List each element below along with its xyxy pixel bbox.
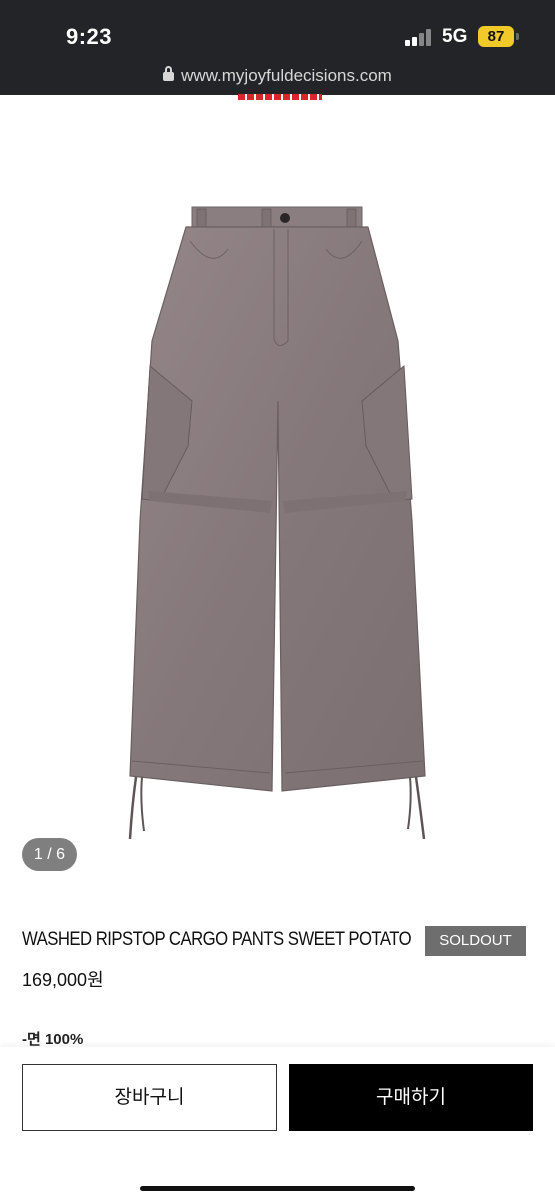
product-image[interactable]	[0, 101, 555, 881]
home-indicator	[140, 1186, 415, 1191]
signal-icon	[405, 28, 433, 46]
lock-icon	[163, 66, 175, 81]
url-bar[interactable]: www.myjoyfuldecisions.com	[0, 66, 555, 94]
image-counter: 1 / 6	[22, 838, 77, 871]
product-material: -면 100%	[22, 1031, 84, 1048]
browser-top-bar: 9:23 5G 87 www.myjoyfuldecisions.com	[0, 0, 555, 95]
add-to-cart-button[interactable]: 장바구니	[22, 1064, 277, 1131]
product-title: WASHED RIPSTOP CARGO PANTS SWEET POTATO	[22, 929, 412, 950]
battery-icon: 87	[478, 26, 514, 47]
battery-tip	[516, 33, 519, 40]
soldout-badge: SOLDOUT	[425, 926, 526, 956]
product-price: 169,000원	[22, 970, 104, 990]
buy-now-button[interactable]: 구매하기	[289, 1064, 533, 1131]
status-time: 9:23	[66, 24, 113, 49]
url-text: www.myjoyfuldecisions.com	[181, 66, 392, 85]
brand-logo	[238, 94, 322, 101]
network-label: 5G	[442, 26, 468, 47]
